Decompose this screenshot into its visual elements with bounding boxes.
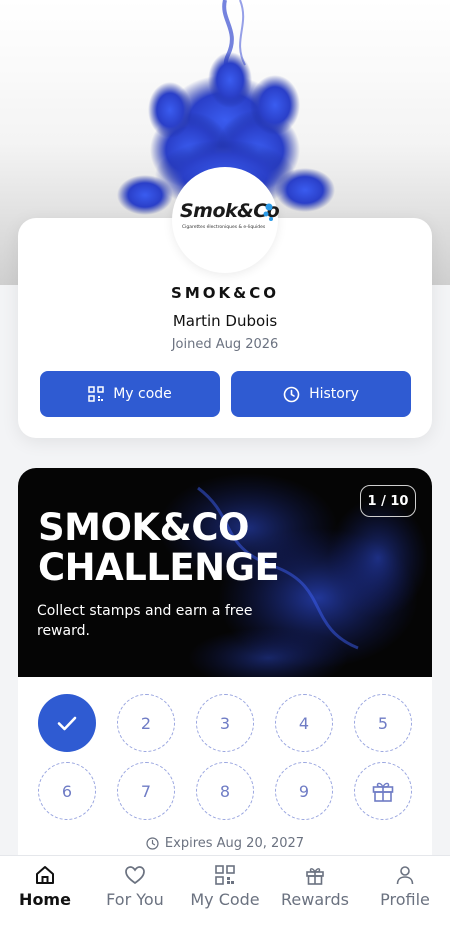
stamp-completed [38, 694, 96, 752]
stamp-slot: 2 [117, 694, 175, 752]
qr-code-icon [88, 386, 104, 402]
history-button[interactable]: History [231, 371, 411, 417]
heart-icon [125, 866, 145, 885]
challenge-subtitle: Collect stamps and earn a free reward. [37, 603, 253, 639]
user-name: Martin Dubois [172, 312, 278, 330]
nav-profile[interactable]: Profile [360, 856, 450, 925]
brand-logo: Smok&Co Cigarettes électroniques & e-liq… [172, 167, 280, 273]
stamp-counter-badge: 1 / 10 [360, 485, 416, 517]
stamp-number: 2 [140, 713, 152, 733]
nav-my-code[interactable]: My Code [180, 856, 270, 925]
nav-for-you[interactable]: For You [90, 856, 180, 925]
stamp-slot: 9 [275, 762, 333, 820]
stamp-slot: 4 [275, 694, 333, 752]
bottom-nav: Home For You My Code Rewards Profile [0, 855, 450, 925]
stamp-number: 9 [298, 781, 310, 801]
checkmark-icon [57, 716, 77, 731]
nav-home-label: Home [19, 890, 71, 909]
gift-icon [306, 868, 324, 885]
challenge-banner: 1 / 10 SMOK&CO CHALLENGE Collect stamps … [18, 468, 432, 677]
joined-date: Joined Aug 2026 [171, 337, 279, 352]
stamp-number: 5 [377, 713, 389, 733]
brand-name: SMOK&CO [171, 284, 279, 302]
nav-profile-label: Profile [380, 890, 430, 909]
stamp-number: 8 [219, 781, 231, 801]
nav-rewards[interactable]: Rewards [270, 856, 360, 925]
stamp-reward [354, 762, 412, 820]
stamp-slot: 7 [117, 762, 175, 820]
stamp-number: 7 [140, 781, 152, 801]
expiry-info: Expires Aug 20, 2027 [0, 836, 450, 851]
nav-for-you-label: For You [106, 890, 164, 909]
history-label: History [309, 386, 359, 402]
stamp-slot: 5 [354, 694, 412, 752]
my-code-button[interactable]: My code [40, 371, 220, 417]
nav-rewards-label: Rewards [281, 890, 349, 909]
expiry-text: Expires Aug 20, 2027 [164, 836, 305, 851]
stamp-slot: 8 [196, 762, 254, 820]
stamp-slot: 6 [38, 762, 96, 820]
stamp-number: 6 [61, 781, 73, 801]
challenge-title: SMOK&CO CHALLENGE [38, 506, 280, 589]
bubbles-icon [263, 203, 273, 221]
nav-home[interactable]: Home [0, 856, 90, 925]
nav-my-code-label: My Code [190, 890, 260, 909]
stamp-number: 3 [219, 713, 231, 733]
home-icon [36, 866, 54, 884]
qr-code-icon [215, 865, 235, 885]
logo-tagline: Cigarettes électroniques & e-liquides [182, 225, 266, 230]
stamp-slot: 3 [196, 694, 254, 752]
my-code-label: My code [113, 386, 172, 402]
gift-icon [372, 782, 394, 802]
clock-icon [283, 386, 300, 402]
clock-icon [146, 837, 159, 850]
user-icon [396, 866, 414, 885]
stamp-number: 4 [298, 713, 310, 733]
